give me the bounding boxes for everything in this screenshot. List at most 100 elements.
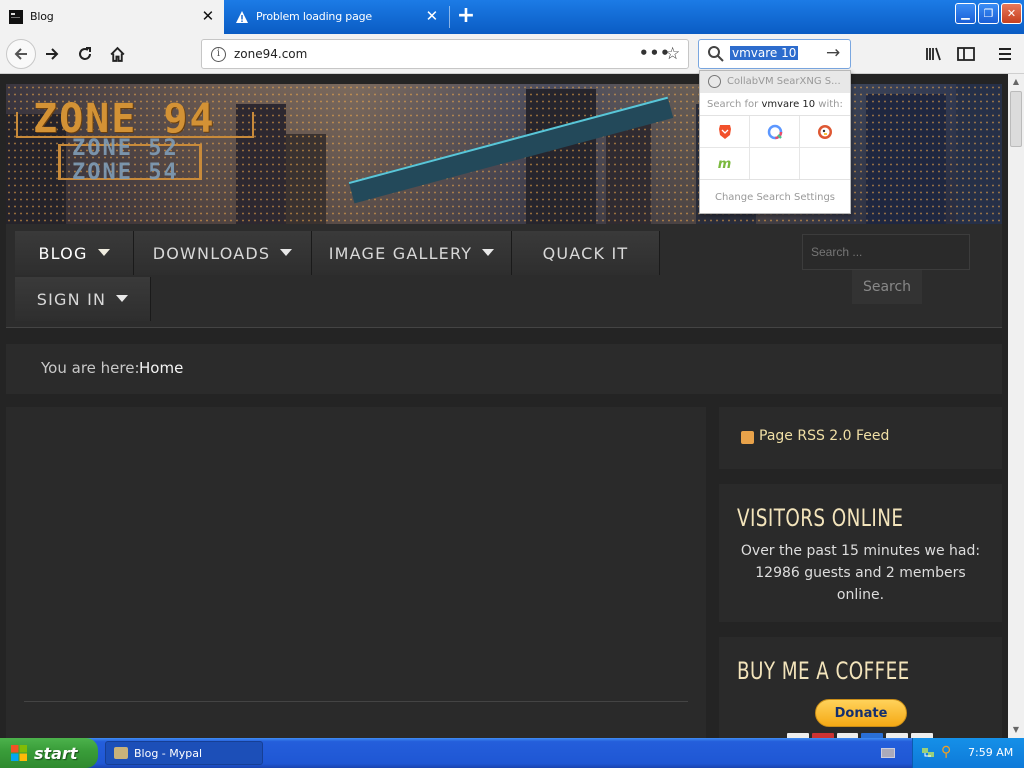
search-suggestions-popup: CollabVM SearXNG S... Search for vmvare … [699,70,851,214]
rss-feed-link[interactable]: Page RSS 2.0 Feed [759,428,889,444]
site-search-button[interactable]: Search [852,270,922,304]
taskbar-item-label: Blog - Mypal [134,746,203,760]
engine-mojeek[interactable]: m [700,148,750,180]
address-bar[interactable]: i zone94.com ••• ☆ [201,39,689,69]
qwant-q-icon [767,124,782,139]
menu-button[interactable] [993,42,1017,66]
menu-item-sign-in[interactable]: SIGN IN [15,277,151,321]
visitors-text: Over the past 15 minutes we had: 12986 g… [740,543,981,603]
taskbar-item-mypal[interactable]: Blog - Mypal [105,741,263,765]
close-tab-icon[interactable]: ✕ [202,8,215,24]
menu-item-blog[interactable]: BLOG [15,231,134,275]
visitors-title: VISITORS ONLINE [737,504,904,532]
favicon-icon [9,10,23,24]
navigation-toolbar: i zone94.com ••• ☆ vmvare 10 → [0,34,1024,74]
url-text: zone94.com [234,47,308,61]
system-tray: ⚲ 7:59 AM [881,738,1024,768]
breadcrumb-label: You are here: [41,359,140,377]
coffee-title: BUY ME A COFFEE [737,657,910,685]
rss-icon [741,431,754,444]
site-banner: ZONE 94 ZONE 52 ZONE 54 [6,84,1002,224]
caret-down-icon [482,248,495,256]
caret-down-icon [280,248,293,256]
windows-flag-icon [11,745,27,761]
engine-qwant[interactable] [750,116,800,148]
menu-item-label: QUACK IT [542,243,629,263]
minimize-button[interactable]: ▁ [955,3,976,24]
brave-lion-icon [718,124,731,139]
scroll-thumb[interactable] [1010,91,1022,147]
donate-button[interactable]: Donate [815,699,907,727]
search-for-prefix: Search for [707,99,762,110]
breadcrumb: You are here: Home [6,344,1002,394]
scroll-up-arrow-icon[interactable]: ▲ [1008,74,1024,90]
change-search-settings-button[interactable]: Change Search Settings [700,179,850,215]
menu-item-quack-it[interactable]: QUACK IT [512,231,660,275]
start-button[interactable]: start [0,738,98,768]
clock: 7:59 AM [968,746,1014,759]
main-content-panel [6,407,706,738]
search-icon[interactable] [707,45,725,63]
main-menu: BLOG DOWNLOADS IMAGE GALLERY QUACK IT SI… [6,224,1002,328]
screen: { "browser": { "tabs": [ {"label": "Blog… [0,0,1024,768]
reload-icon [79,47,91,60]
back-button[interactable] [6,39,36,69]
warning-icon [236,11,248,23]
sidebar-button[interactable] [954,42,978,66]
arrow-right-icon [46,48,59,60]
new-tab-button[interactable]: + [455,5,477,27]
start-label: start [34,743,78,763]
bookmark-star-icon[interactable]: ☆ [665,44,680,64]
menu-item-image-gallery[interactable]: IMAGE GALLERY [312,231,512,275]
duck-icon [818,124,832,139]
visitors-online-panel: VISITORS ONLINE Over the past 15 minutes… [719,484,1002,622]
info-icon[interactable]: i [211,47,226,62]
buy-me-a-coffee-panel: BUY ME A COFFEE Donate [719,637,1002,738]
library-icon [926,47,941,61]
arrow-left-icon [14,48,27,60]
tab-blog-label: Blog [30,10,54,23]
forward-button[interactable] [38,40,66,68]
suggestion-text: CollabVM SearXNG S... [727,76,841,87]
mypal-icon [114,747,128,759]
close-window-button[interactable]: ✕ [1001,3,1022,24]
search-for-suffix: with: [815,99,843,110]
caret-down-icon [97,248,110,256]
menu-item-downloads[interactable]: DOWNLOADS [134,231,312,275]
menu-item-label: DOWNLOADS [152,243,271,263]
engine-brave[interactable] [700,116,750,148]
logo-subtitle-2: ZONE 54 [72,160,179,185]
window-controls: ▁ ❐ ✕ [955,3,1022,24]
reload-button[interactable] [71,40,99,68]
page-scrollbar[interactable]: ▲ ▼ [1008,74,1024,738]
search-suggestion-row[interactable]: CollabVM SearXNG S... [700,71,850,93]
scroll-down-arrow-icon[interactable]: ▼ [1008,722,1024,738]
home-button[interactable] [103,40,131,68]
tab-blog[interactable]: Blog ✕ [0,0,224,34]
close-tab-icon[interactable]: ✕ [426,8,439,24]
globe-icon [708,75,721,88]
breadcrumb-home-link[interactable]: Home [139,359,183,377]
hamburger-icon [999,48,1011,60]
tab-problem-loading[interactable]: Problem loading page ✕ [226,0,450,34]
tab-bar: Blog ✕ Problem loading page ✕ + ▁ ❐ ✕ [0,0,1024,34]
network-icon[interactable] [921,745,935,759]
search-for-query: vmvare 10 [761,99,816,110]
keyboard-icon[interactable] [881,748,895,758]
library-button[interactable] [922,42,946,66]
engine-empty-slot [750,148,800,180]
menu-item-label: SIGN IN [36,289,107,309]
sidebar-icon [957,47,975,61]
search-go-icon[interactable]: → [826,43,840,63]
search-bar[interactable]: vmvare 10 → [698,39,851,69]
engine-duckduckgo[interactable] [800,116,850,148]
rss-panel: Page RSS 2.0 Feed [719,407,1002,469]
menu-item-label: BLOG [38,243,88,263]
restore-button[interactable]: ❐ [978,3,999,24]
menu-item-label: IMAGE GALLERY [328,243,473,263]
search-input[interactable]: vmvare 10 [730,46,799,60]
mojeek-m-icon: m [717,156,732,172]
site-search-input[interactable] [802,234,970,270]
home-icon [109,46,125,62]
search-tray-icon[interactable]: ⚲ [941,744,951,760]
